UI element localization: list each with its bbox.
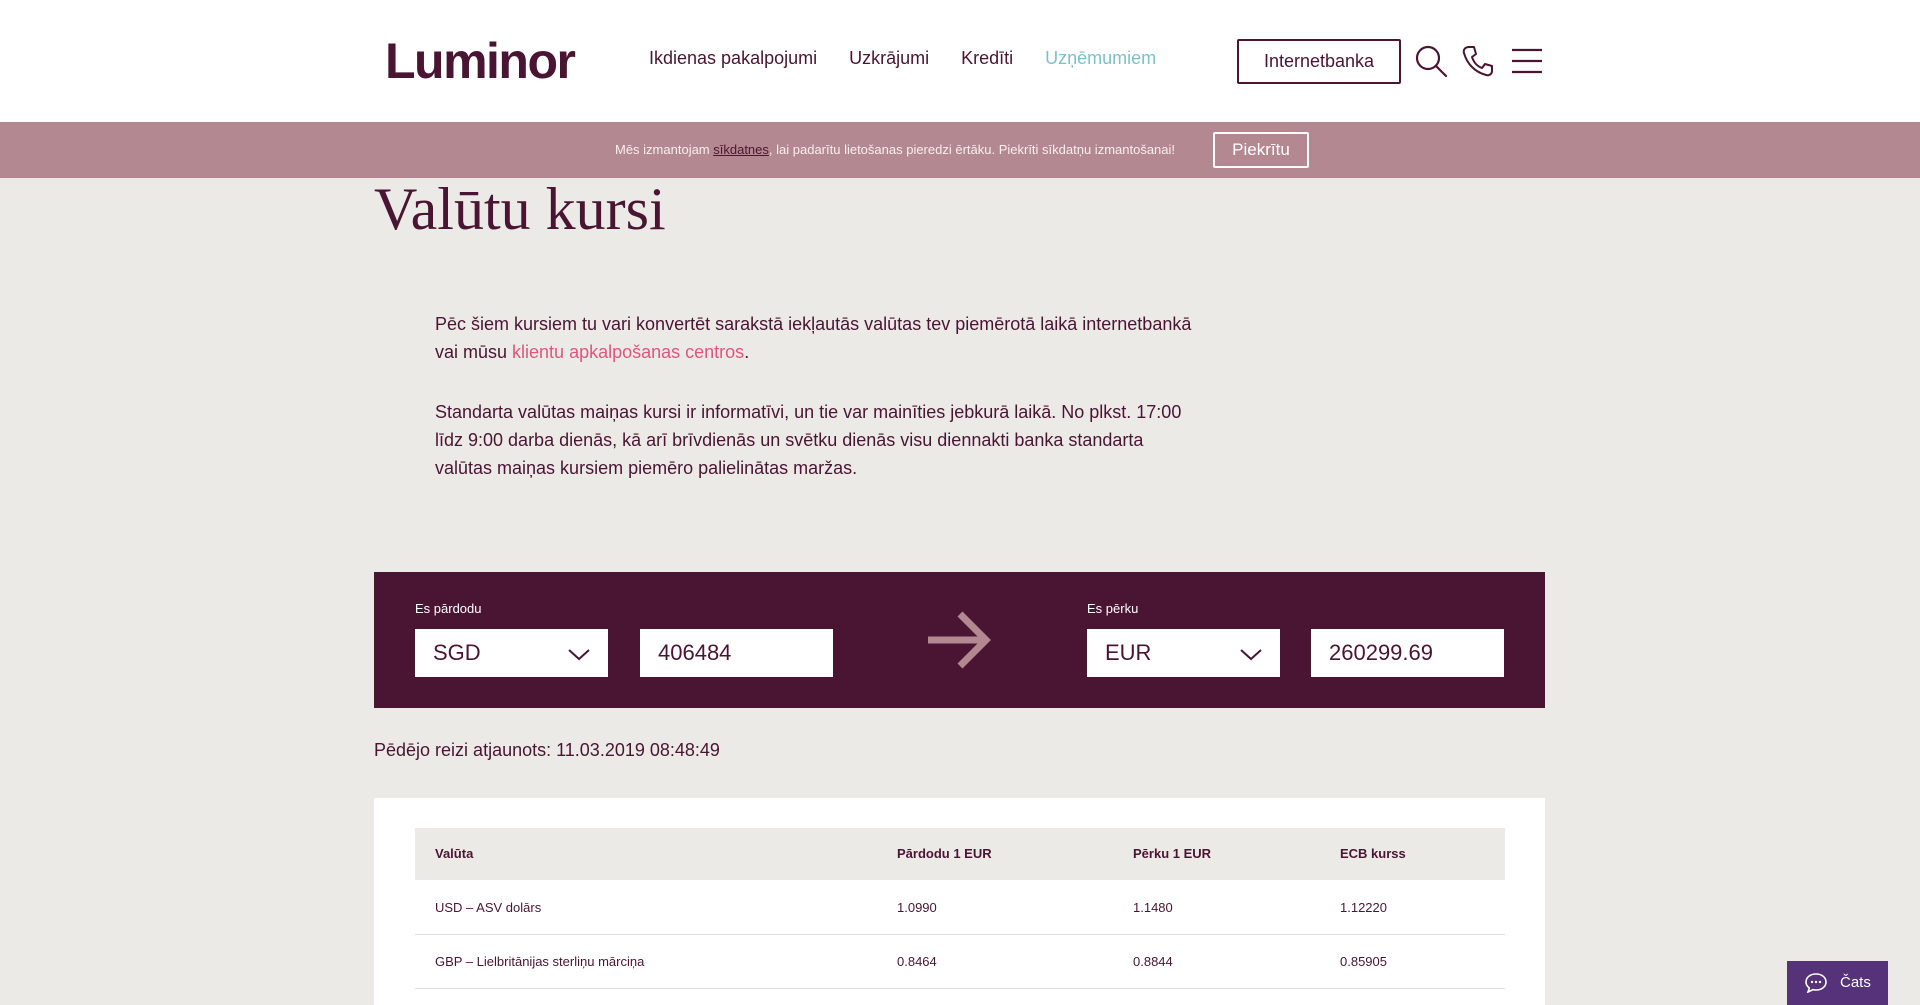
menu-icon[interactable] <box>1510 44 1544 78</box>
nav-item-loans[interactable]: Kredīti <box>961 48 1013 69</box>
sell-amount-input[interactable]: 406484 <box>640 629 833 677</box>
chevron-down-icon <box>568 649 590 661</box>
cookie-link[interactable]: sīkdatnes <box>713 142 769 157</box>
buy-currency-select[interactable]: EUR <box>1087 629 1280 677</box>
luminor-logo[interactable]: Luminor <box>385 32 576 90</box>
col-currency[interactable]: Valūta <box>435 846 473 861</box>
currency-converter: Es pārdodu SGD 406484 Es pērku EUR 26029… <box>374 572 1545 708</box>
phone-icon[interactable] <box>1461 44 1495 78</box>
cookie-text-after: , lai padarītu lietošanas pieredzi ērtāk… <box>768 142 1176 157</box>
nav-item-daily-services[interactable]: Ikdienas pakalpojumi <box>649 48 817 69</box>
cell-buy: 1.1480 <box>1133 900 1173 915</box>
cell-ecb: 0.85905 <box>1340 954 1387 969</box>
cookie-accept-button[interactable]: Piekrītu <box>1213 132 1309 168</box>
page-title: Valūtu kursi <box>374 176 666 242</box>
logo-text: Luminor <box>385 33 576 89</box>
chat-button[interactable]: Čats <box>1787 961 1888 1005</box>
chat-bubble-icon <box>1805 973 1827 993</box>
internetbank-button[interactable]: Internetbanka <box>1237 39 1401 84</box>
intro-paragraph: Pēc šiem kursiem tu vari konvertēt sarak… <box>435 310 1195 366</box>
col-ecb[interactable]: ECB kurss <box>1340 846 1406 861</box>
cell-sell: 0.8464 <box>897 954 937 969</box>
sell-currency-value: SGD <box>433 640 481 665</box>
table-header: Valūta Pārdodu 1 EUR Pērku 1 EUR ECB kur… <box>415 828 1505 880</box>
buy-currency-value: EUR <box>1105 640 1152 665</box>
search-icon[interactable] <box>1414 44 1448 78</box>
cookie-bar: Mēs izmantojam sīkdatnes, lai padarītu l… <box>0 122 1920 178</box>
sell-currency-select[interactable]: SGD <box>415 629 608 677</box>
cookie-text-before: Mēs izmantojam <box>615 142 714 157</box>
last-updated: Pēdējo reizi atjaunots: 11.03.2019 08:48… <box>374 740 720 760</box>
table-row: USD – ASV dolārs 1.0990 1.1480 1.12220 <box>415 880 1505 935</box>
rates-table: Valūta Pārdodu 1 EUR Pērku 1 EUR ECB kur… <box>374 798 1545 1005</box>
col-buy[interactable]: Pērku 1 EUR <box>1133 846 1211 861</box>
cell-ecb: 1.12220 <box>1340 900 1387 915</box>
cookie-message: Mēs izmantojam sīkdatnes, lai padarītu l… <box>615 142 1175 157</box>
table-row: GBP – Lielbritānijas sterliņu mārciņa 0.… <box>415 934 1505 989</box>
nav-item-savings[interactable]: Uzkrājumi <box>849 48 929 69</box>
main-nav: Ikdienas pakalpojumi Uzkrājumi Kredīti U… <box>649 48 1156 69</box>
buy-label: Es pērku <box>1087 601 1139 616</box>
cell-currency: GBP – Lielbritānijas sterliņu mārciņa <box>435 954 645 969</box>
cell-sell: 1.0990 <box>897 900 937 915</box>
col-sell[interactable]: Pārdodu 1 EUR <box>897 846 992 861</box>
service-centers-link[interactable]: klientu apkalpošanas centros <box>512 342 744 362</box>
arrow-right-icon <box>928 611 991 669</box>
cell-buy: 0.8844 <box>1133 954 1173 969</box>
chevron-down-icon <box>1240 649 1262 661</box>
nav-item-business[interactable]: Uzņēmumiem <box>1045 48 1156 69</box>
cell-currency: USD – ASV dolārs <box>435 900 542 915</box>
sell-label: Es pārdodu <box>415 601 482 616</box>
site-header: Luminor Ikdienas pakalpojumi Uzkrājumi K… <box>0 0 1920 122</box>
intro-end: . <box>744 342 750 362</box>
chat-label: Čats <box>1840 974 1871 991</box>
buy-amount-input[interactable]: 260299.69 <box>1311 629 1504 677</box>
notice-paragraph: Standarta valūtas maiņas kursi ir inform… <box>435 402 1182 478</box>
